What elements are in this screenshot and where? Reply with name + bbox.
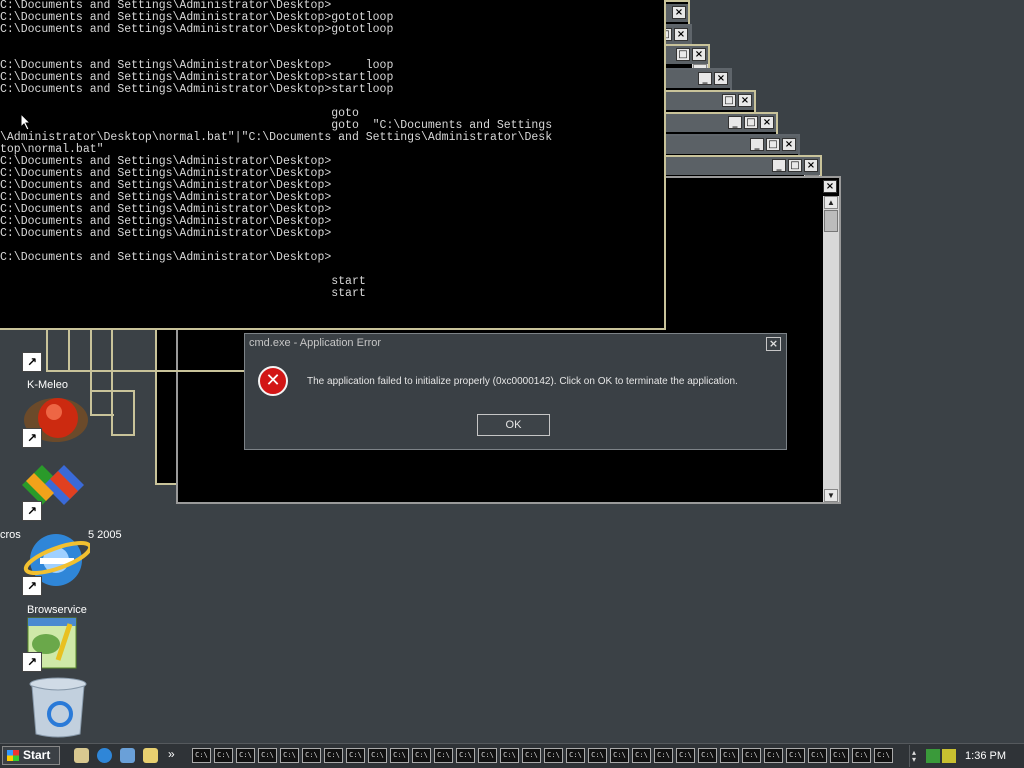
search-quicklaunch-icon[interactable]: [143, 748, 158, 763]
kmeleon-icon[interactable]: ↗: [22, 392, 88, 448]
minimize-icon[interactable]: _: [772, 159, 786, 172]
dialog-message: The application failed to initialize pro…: [307, 376, 738, 387]
task-button-cmd[interactable]: C:\: [346, 748, 365, 763]
task-button-cmd[interactable]: C:\: [324, 748, 343, 763]
task-button-cmd[interactable]: C:\: [434, 748, 453, 763]
tray-arrows-icon[interactable]: ▴ ▾: [912, 749, 926, 764]
shortcut-arrow-icon: ↗: [22, 352, 42, 372]
recycle-bin-icon[interactable]: [26, 676, 90, 740]
icon-label-kmeleo[interactable]: K-Meleo: [27, 379, 68, 391]
desktop-icon-unknown[interactable]: ↗: [20, 350, 60, 376]
taskbar: Start » C:\ C:\ C:\ C:\ C:\ C:\ C:\ C:\ C:\ C:\ C:…: [0, 743, 1024, 768]
ie-quicklaunch-icon[interactable]: [97, 748, 112, 763]
task-button-cmd[interactable]: C:\: [698, 748, 717, 763]
task-button-cmd[interactable]: C:\: [478, 748, 497, 763]
ie-icon[interactable]: ↗: [20, 528, 93, 600]
task-button-cmd[interactable]: C:\: [214, 748, 233, 763]
task-button-cmd[interactable]: C:\: [258, 748, 277, 763]
close-icon[interactable]: ×: [804, 159, 818, 172]
close-icon[interactable]: ×: [738, 94, 752, 107]
icon-label-vs-left[interactable]: cros: [0, 529, 21, 541]
task-button-cmd[interactable]: C:\: [830, 748, 849, 763]
vs-icon[interactable]: ↗: [20, 463, 92, 523]
task-button-cmd[interactable]: C:\: [412, 748, 431, 763]
show-desktop-icon[interactable]: [74, 748, 89, 763]
close-icon[interactable]: ×: [823, 180, 837, 193]
scroll-down-icon[interactable]: ▼: [824, 489, 838, 502]
maximize-icon[interactable]: □: [744, 116, 758, 129]
application-error-dialog: cmd.exe - Application Error × ✕ The appl…: [244, 333, 787, 450]
task-button-cmd[interactable]: C:\: [566, 748, 585, 763]
console-window[interactable]: C:\Documents and Settings\Administrator\…: [0, 0, 666, 330]
close-icon[interactable]: ×: [672, 6, 686, 19]
shortcut-arrow-icon: ↗: [22, 428, 42, 448]
start-button[interactable]: Start: [2, 746, 60, 765]
scrollbar-thumb[interactable]: [824, 210, 838, 232]
shortcut-arrow-icon: ↗: [22, 652, 42, 672]
console-output: C:\Documents and Settings\Administrator\…: [0, 0, 553, 300]
task-button-cmd[interactable]: C:\: [368, 748, 387, 763]
maximize-icon[interactable]: □: [788, 159, 802, 172]
clock[interactable]: 1:36 PM: [965, 750, 1006, 762]
close-icon[interactable]: ×: [714, 72, 728, 85]
scroll-up-icon[interactable]: ▲: [824, 196, 838, 209]
task-button-cmd[interactable]: C:\: [390, 748, 409, 763]
close-icon[interactable]: ×: [674, 28, 688, 41]
shortcut-arrow-icon: ↗: [22, 576, 42, 596]
minimize-icon[interactable]: _: [728, 116, 742, 129]
close-icon[interactable]: ×: [692, 48, 706, 61]
battery-tray-icon[interactable]: [942, 749, 956, 763]
task-button-cmd[interactable]: C:\: [302, 748, 321, 763]
minimize-icon[interactable]: _: [750, 138, 764, 151]
task-button-cmd[interactable]: C:\: [500, 748, 519, 763]
close-icon[interactable]: ×: [766, 337, 781, 351]
network-tray-icon[interactable]: [926, 749, 940, 763]
start-label: Start: [23, 748, 51, 762]
task-button-cmd[interactable]: C:\: [764, 748, 783, 763]
close-icon[interactable]: ×: [782, 138, 796, 151]
icon-label-vs-right[interactable]: 5 2005: [88, 529, 122, 541]
close-icon[interactable]: ×: [760, 116, 774, 129]
task-button-cmd[interactable]: C:\: [192, 748, 211, 763]
mouse-cursor-icon: [20, 113, 32, 131]
task-button-cmd[interactable]: C:\: [720, 748, 739, 763]
ok-button[interactable]: OK: [477, 414, 550, 436]
quicklaunch-more-icon[interactable]: »: [168, 747, 175, 761]
task-button-cmd[interactable]: C:\: [588, 748, 607, 763]
task-button-cmd[interactable]: C:\: [852, 748, 871, 763]
error-icon: ✕: [258, 366, 288, 396]
task-button-cmd[interactable]: C:\: [236, 748, 255, 763]
task-button-cmd[interactable]: C:\: [808, 748, 827, 763]
task-button-cmd[interactable]: C:\: [676, 748, 695, 763]
system-tray: ▴ ▾ 1:36 PM: [909, 745, 1024, 767]
maximize-icon[interactable]: □: [766, 138, 780, 151]
dialog-title: cmd.exe - Application Error: [249, 337, 382, 349]
task-button-cmd[interactable]: C:\: [654, 748, 673, 763]
maximize-icon[interactable]: □: [722, 94, 736, 107]
task-button-cmd[interactable]: C:\: [544, 748, 563, 763]
windows-logo-icon: [7, 750, 19, 761]
notepad-icon[interactable]: ↗: [20, 614, 86, 674]
minimize-icon[interactable]: _: [698, 72, 712, 85]
task-button-cmd[interactable]: C:\: [456, 748, 475, 763]
network-quicklaunch-icon[interactable]: [120, 748, 135, 763]
maximize-icon[interactable]: □: [676, 48, 690, 61]
task-button-cmd[interactable]: C:\: [610, 748, 629, 763]
task-button-cmd[interactable]: C:\: [280, 748, 299, 763]
task-button-cmd[interactable]: C:\: [632, 748, 651, 763]
task-button-cmd[interactable]: C:\: [522, 748, 541, 763]
task-button-cmd[interactable]: C:\: [742, 748, 761, 763]
task-button-cmd[interactable]: C:\: [874, 748, 893, 763]
shortcut-arrow-icon: ↗: [22, 501, 42, 521]
task-button-cmd[interactable]: C:\: [786, 748, 805, 763]
